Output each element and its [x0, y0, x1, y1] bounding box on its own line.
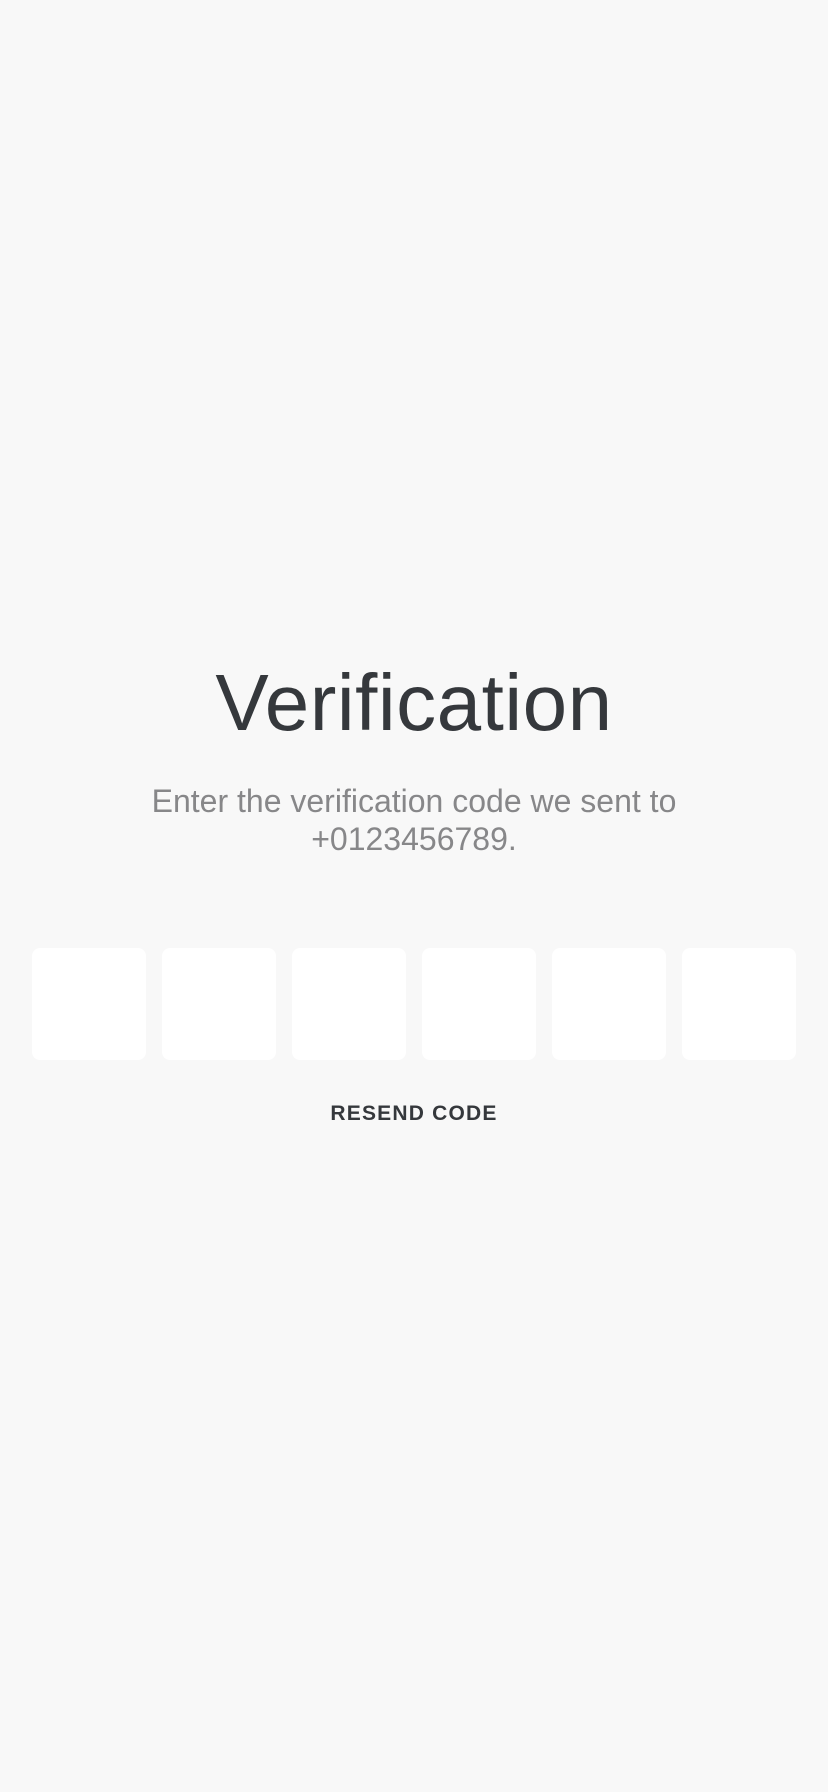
code-digit-5[interactable]	[552, 948, 666, 1060]
verification-screen: Verification Enter the verification code…	[0, 0, 828, 1792]
code-digit-6[interactable]	[682, 948, 796, 1060]
code-digit-1[interactable]	[32, 948, 146, 1060]
code-digit-3[interactable]	[292, 948, 406, 1060]
page-title: Verification	[215, 658, 613, 747]
code-digit-4[interactable]	[422, 948, 536, 1060]
code-input-row	[32, 948, 796, 1060]
code-digit-2[interactable]	[162, 948, 276, 1060]
resend-code-button[interactable]: RESEND CODE	[0, 1096, 828, 1132]
verification-instructions: Enter the verification code we sent to +…	[151, 783, 677, 857]
